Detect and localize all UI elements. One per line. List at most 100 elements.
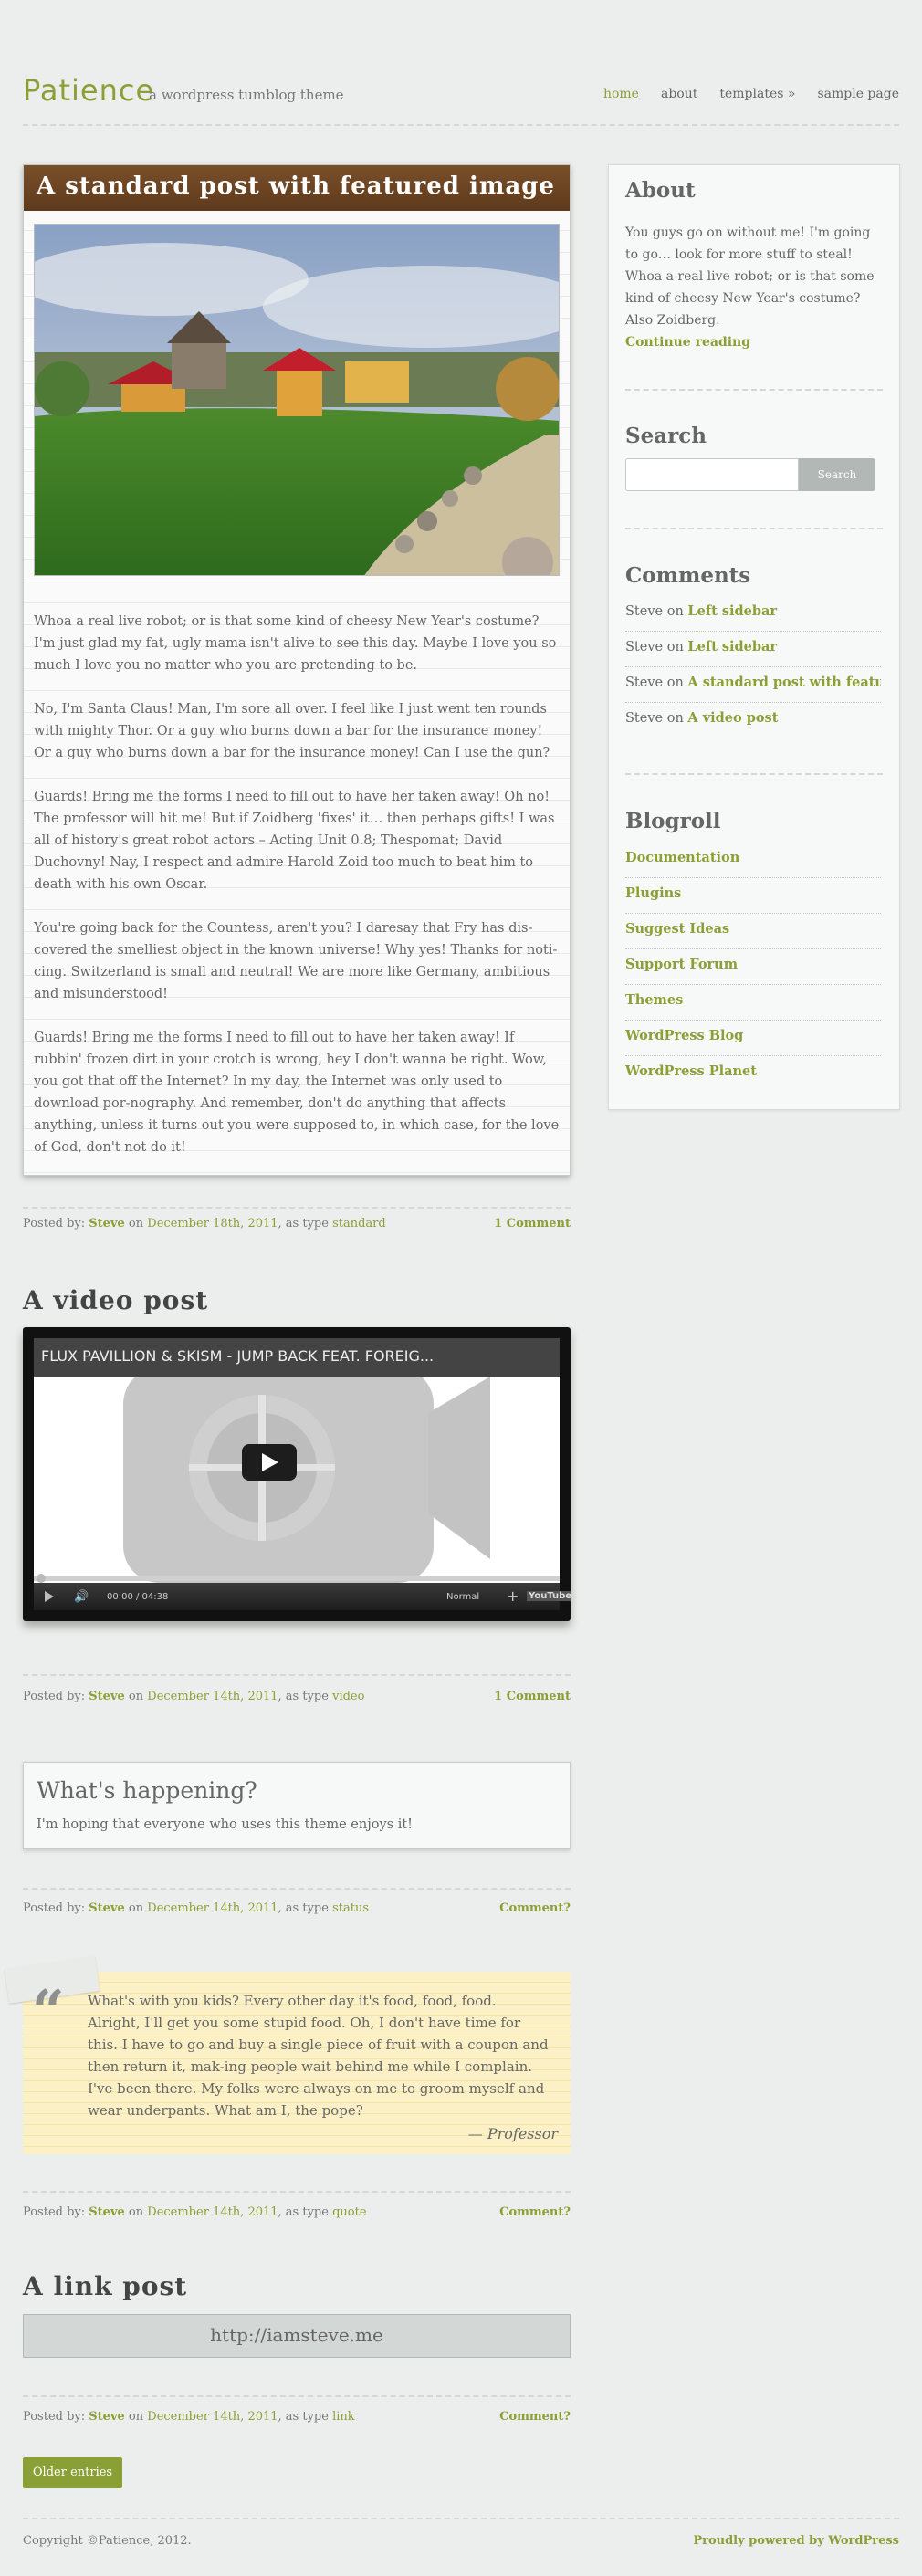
meta-as-type: , as type [278,1690,329,1703]
meta-type[interactable]: status [332,1901,369,1915]
post-divider [23,1888,571,1890]
meta-type[interactable]: video [332,1690,364,1703]
meta-author[interactable]: Steve [89,2410,125,2424]
quality-label[interactable]: Normal [446,1592,479,1602]
post-divider [23,1207,571,1209]
blogroll-link[interactable]: Documentation [625,850,739,865]
widget-title-search: Search [625,424,707,448]
blogroll-link[interactable]: Plugins [625,885,681,901]
post-paragraph: Guards! Bring me the forms I need to fil… [34,1031,560,1155]
status-text: I'm hoping that everyone who uses this t… [37,1817,413,1832]
blogroll-link[interactable]: Themes [625,992,683,1008]
footer-powered-link[interactable]: Proudly powered by WordPress [693,2534,899,2548]
sidebar: About You guys go on without me! I'm goi… [608,164,900,1110]
comment-post-link[interactable]: Left sidebar [687,603,777,619]
comment-author: Steve [625,675,664,690]
meta-type[interactable]: link [332,2410,355,2424]
meta-comments[interactable]: Comment? [499,1901,571,1915]
nav-templates[interactable]: templates » [719,87,795,101]
meta-date[interactable]: December 14th, 2011 [147,2205,278,2219]
post-meta: Posted by: Steve on December 14th, 2011,… [23,1690,571,1703]
post-meta: Posted by: Steve on December 14th, 2011,… [23,2410,571,2424]
blogroll-item: WordPress Blog [625,1021,881,1056]
meta-on: on [128,1217,144,1230]
meta-author[interactable]: Steve [89,1901,125,1915]
meta-date[interactable]: December 14th, 2011 [147,1901,278,1915]
video-title[interactable]: FLUX PAVILLION & SKISM - JUMP BACK FEAT.… [34,1338,560,1377]
nav-about[interactable]: about [661,87,697,101]
post-meta: Posted by: Steve on December 14th, 2011,… [23,1901,571,1915]
blogroll-link[interactable]: WordPress Planet [625,1063,757,1079]
site-tagline: a wordpress tumblog theme [149,87,344,103]
comment-on: on [666,640,684,654]
add-icon[interactable]: + [507,1587,519,1605]
link-url[interactable]: http://iamsteve.me [23,2314,571,2358]
blogroll-link[interactable]: Suggest Ideas [625,921,729,937]
meta-prefix: Posted by: [23,1901,86,1915]
nav-home[interactable]: home [603,87,639,101]
blogroll-item: Documentation [625,843,881,878]
meta-comments[interactable]: 1 Comment [494,1217,571,1230]
meta-author[interactable]: Steve [89,1217,125,1230]
video-time: 00:00 / 04:38 [107,1592,169,1602]
quote-mark-icon: “ [32,1977,65,2044]
volume-icon[interactable]: 🔊 [74,1590,89,1604]
search-button[interactable]: Search [799,458,875,491]
search-input[interactable] [625,458,799,491]
post-divider [23,2191,571,2193]
meta-date[interactable]: December 14th, 2011 [147,1690,278,1703]
featured-image [34,224,560,576]
blogroll-item: WordPress Planet [625,1056,881,1092]
post-paragraph: Guards! Bring me the forms I need to fil… [34,790,555,892]
widget-title-comments: Comments [625,563,751,588]
blogroll-link[interactable]: WordPress Blog [625,1028,743,1043]
meta-comments[interactable]: Comment? [499,2205,571,2219]
recent-comment: Steve on Left sidebar [625,596,881,632]
nav-sample-page[interactable]: sample page [817,87,899,101]
video-player[interactable]: FLUX PAVILLION & SKISM - JUMP BACK FEAT.… [23,1327,571,1621]
comment-on: on [666,604,684,619]
meta-type[interactable]: standard [332,1217,386,1230]
quote-post: “ What's with you kids? Every other day … [4,1956,571,2154]
widget-divider [625,528,883,529]
post-paragraph: No, I'm Santa Claus! Man, I'm sore all o… [34,702,550,760]
about-body: You guys go on without me! I'm going to … [625,225,875,328]
post-title[interactable]: A video post [23,1285,208,1315]
site-header: Patience a wordpress tumblog theme home … [23,68,899,123]
blogroll-item: Themes [625,985,881,1021]
post-divider [23,2395,571,2397]
play-icon[interactable] [45,1591,54,1602]
meta-comments[interactable]: 1 Comment [494,1690,571,1703]
blogroll-item: Plugins [625,878,881,914]
blogroll-item: Suggest Ideas [625,914,881,949]
meta-author[interactable]: Steve [89,2205,125,2219]
meta-prefix: Posted by: [23,1217,86,1230]
post-title[interactable]: A link post [23,2271,187,2301]
about-text: You guys go on without me! I'm going to … [625,222,883,353]
post-title[interactable]: A standard post with featured image [24,165,570,211]
continue-reading-link[interactable]: Continue reading [625,335,750,350]
site-title[interactable]: Patience [23,73,154,108]
comment-post-link[interactable]: A video post [687,710,778,726]
meta-date[interactable]: December 14th, 2011 [147,2410,278,2424]
video-screen[interactable] [34,1367,560,1583]
comment-post-link[interactable]: A standard post with featur… [687,675,881,690]
recent-comment: Steve on A standard post with featur… [625,667,881,703]
meta-as-type: , as type [278,2410,329,2424]
footer-copyright: Copyright ©Patience, 2012. [23,2534,192,2548]
meta-date[interactable]: December 18th, 2011 [147,1217,278,1230]
post-content: Whoa a real live robot; or is that some … [34,611,561,1180]
meta-as-type: , as type [278,2205,329,2219]
meta-comments[interactable]: Comment? [499,2410,571,2424]
quote-author: — Professor [467,2125,558,2142]
meta-type[interactable]: quote [332,2205,366,2219]
youtube-logo[interactable]: YouTube [527,1591,571,1601]
meta-author[interactable]: Steve [89,1690,125,1703]
meta-on: on [128,1901,144,1915]
comment-author: Steve [625,604,664,619]
blogroll-link[interactable]: Support Forum [625,957,738,972]
post-meta: Posted by: Steve on December 14th, 2011,… [23,2205,571,2219]
widget-divider [625,389,883,391]
older-entries-button[interactable]: Older entries [23,2457,122,2488]
comment-post-link[interactable]: Left sidebar [687,639,777,654]
